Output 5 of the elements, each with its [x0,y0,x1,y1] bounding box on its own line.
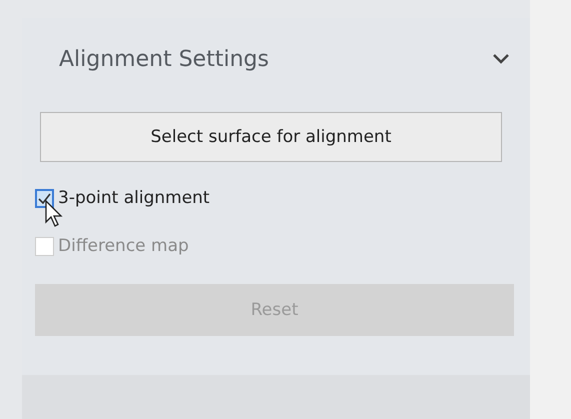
select-surface-button[interactable]: Select surface for alignment [40,112,502,162]
checkbox-label[interactable]: 3-point alignment [58,188,210,208]
panel-title: Alignment Settings [59,46,269,72]
chevron-icon[interactable] [492,53,510,65]
checkbox[interactable] [35,188,54,208]
